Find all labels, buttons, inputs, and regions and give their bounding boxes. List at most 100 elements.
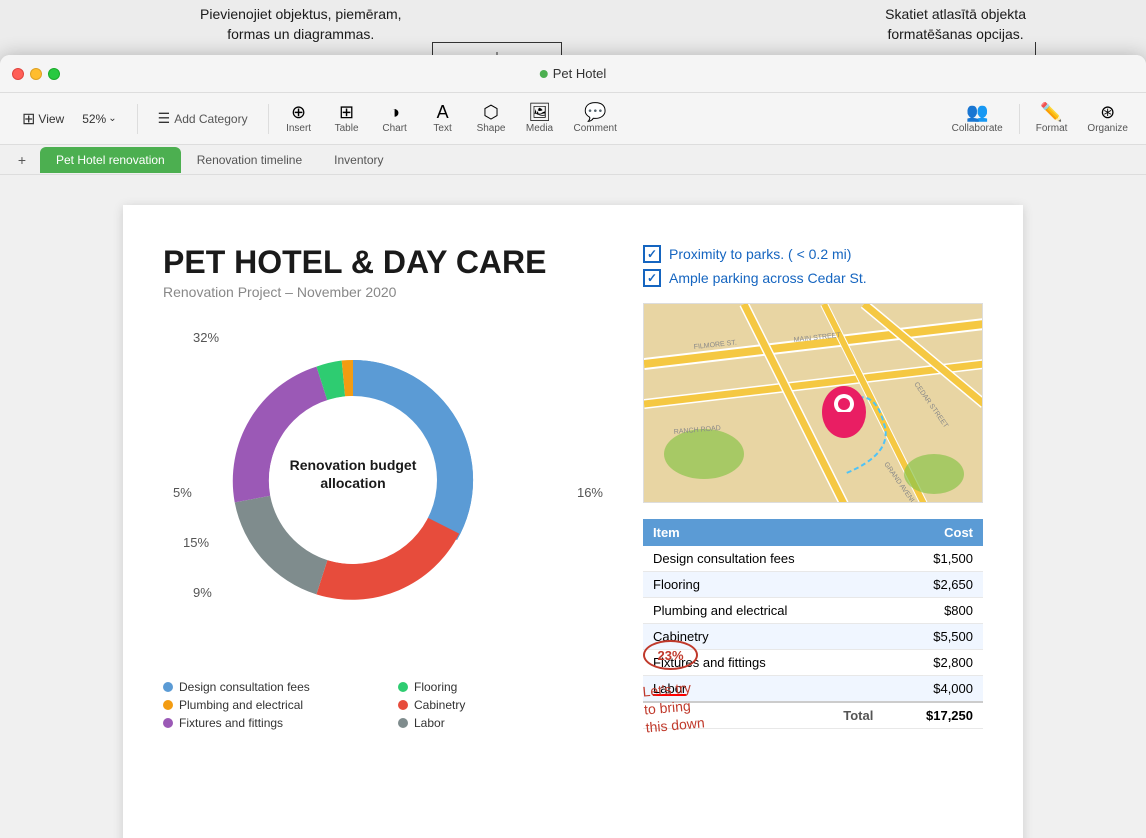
toolbar-category-group: ☰ Add Category xyxy=(146,106,260,131)
tab-renovation-timeline[interactable]: Renovation timeline xyxy=(181,147,318,173)
shape-button[interactable]: ⬡ Shape xyxy=(469,99,514,138)
document: PET HOTEL & DAY CARE Renovation Project … xyxy=(123,205,1023,838)
media-button[interactable]: 🖼 Media xyxy=(518,99,562,138)
map-container: FILMORE ST. MAIN STREET CEDAR STREET GRA… xyxy=(643,303,983,503)
main-content: PET HOTEL & DAY CARE Renovation Project … xyxy=(0,175,1146,838)
toolbar: ⊞ View 52% ⌄ ☰ Add Category ⊕ Insert ⊞ T… xyxy=(0,93,1146,145)
table-row: Cabinetry $5,500 xyxy=(643,624,983,650)
add-tab-button[interactable]: + xyxy=(12,150,32,170)
donut-chart-svg: Renovation budget allocation xyxy=(163,320,543,640)
left-callout: Pievienojiet objektus, piemēram,formas u… xyxy=(200,5,402,44)
chart-icon: ◑ xyxy=(389,103,400,121)
doc-subtitle: Renovation Project – November 2020 xyxy=(163,284,613,300)
table-row: Flooring $2,650 xyxy=(643,572,983,598)
legend-dot-labor xyxy=(398,718,408,728)
zoom-button[interactable]: 52% ⌄ xyxy=(74,108,124,130)
doc-title: PET HOTEL & DAY CARE xyxy=(163,245,613,280)
format-icon: ✏️ xyxy=(1040,103,1062,121)
legend-item-fixtures: Fixtures and fittings xyxy=(163,716,378,730)
legend-label-labor: Labor xyxy=(414,716,445,730)
legend-dot-cabinetry xyxy=(398,700,408,710)
checkbox-parking-box[interactable] xyxy=(643,269,661,287)
pct-label-32: 32% xyxy=(193,330,219,345)
pct-label-16: 16% xyxy=(577,485,603,500)
legend-item-design: Design consultation fees xyxy=(163,680,378,694)
item-design: Design consultation fees xyxy=(643,546,883,572)
organize-icon: ⊛ xyxy=(1100,103,1115,121)
doc-left: PET HOTEL & DAY CARE Renovation Project … xyxy=(163,245,613,730)
checkbox-proximity-label: Proximity to parks. ( < 0.2 mi) xyxy=(669,246,851,262)
text-icon: A xyxy=(437,103,449,121)
comment-button[interactable]: 💬 Comment xyxy=(566,99,625,138)
annotation-area: Pievienojiet objektus, piemēram,formas u… xyxy=(0,0,1146,55)
close-button[interactable] xyxy=(12,68,24,80)
doc-layout: PET HOTEL & DAY CARE Renovation Project … xyxy=(163,245,983,730)
right-callout: Skatiet atlasītā objektaformatēšanas opc… xyxy=(885,5,1026,44)
cost-labor: $4,000 xyxy=(883,676,983,703)
cost-design: $1,500 xyxy=(883,546,983,572)
cost-flooring: $2,650 xyxy=(883,572,983,598)
add-category-button[interactable]: ☰ Add Category xyxy=(150,106,256,131)
checkbox-section: Proximity to parks. ( < 0.2 mi) Ample pa… xyxy=(643,245,983,287)
checkbox-parking-label: Ample parking across Cedar St. xyxy=(669,270,867,286)
legend-item-plumbing: Plumbing and electrical xyxy=(163,698,378,712)
legend-dot-fixtures xyxy=(163,718,173,728)
legend-dot-design xyxy=(163,682,173,692)
callout-line-right xyxy=(1035,42,1036,56)
document-area[interactable]: PET HOTEL & DAY CARE Renovation Project … xyxy=(0,175,1146,838)
app-window: Pet Hotel ⊞ View 52% ⌄ ☰ Add Category ⊕ … xyxy=(0,55,1146,838)
checkbox-proximity: Proximity to parks. ( < 0.2 mi) xyxy=(643,245,983,263)
toolbar-separator-3 xyxy=(1019,104,1020,134)
col-cost-header: Cost xyxy=(883,519,983,546)
table-button[interactable]: ⊞ Table xyxy=(325,99,369,138)
legend-label-cabinetry: Cabinetry xyxy=(414,698,465,712)
text-button[interactable]: A Text xyxy=(421,99,465,138)
legend-label-flooring: Flooring xyxy=(414,680,457,694)
legend-dot-flooring xyxy=(398,682,408,692)
tab-inventory[interactable]: Inventory xyxy=(318,147,399,173)
collaborate-button[interactable]: 👥 Collaborate xyxy=(944,99,1011,138)
maximize-button[interactable] xyxy=(48,68,60,80)
toolbar-separator-2 xyxy=(268,104,269,134)
insert-icon: ⊕ xyxy=(291,103,306,121)
insert-button[interactable]: ⊕ Insert xyxy=(277,99,321,138)
window-title: Pet Hotel xyxy=(540,66,606,81)
legend-item-labor: Labor xyxy=(398,716,613,730)
tab-pet-hotel-renovation[interactable]: Pet Hotel renovation xyxy=(40,147,181,173)
item-plumbing: Plumbing and electrical xyxy=(643,598,883,624)
legend-dot-plumbing xyxy=(163,700,173,710)
checkbox-proximity-box[interactable] xyxy=(643,245,661,263)
table-icon: ⊞ xyxy=(339,103,354,121)
legend-label-design: Design consultation fees xyxy=(179,680,310,694)
format-button[interactable]: ✏️ Format xyxy=(1028,99,1076,138)
table-row: Plumbing and electrical $800 xyxy=(643,598,983,624)
cost-cabinetry: $5,500 xyxy=(883,624,983,650)
legend-item-cabinetry: Cabinetry xyxy=(398,698,613,712)
cost-fixtures: $2,800 xyxy=(883,650,983,676)
toolbar-view-group: ⊞ View 52% ⌄ xyxy=(10,105,129,133)
chart-center-line1: Renovation budget xyxy=(290,457,417,473)
chart-legend: Design consultation fees Flooring Plumbi… xyxy=(163,680,613,730)
legend-item-flooring: Flooring xyxy=(398,680,613,694)
legend-label-fixtures: Fixtures and fittings xyxy=(179,716,283,730)
minimize-button[interactable] xyxy=(30,68,42,80)
table-row: Design consultation fees $1,500 xyxy=(643,546,983,572)
collaborate-icon: 👥 xyxy=(966,103,988,121)
toolbar-separator-1 xyxy=(137,104,138,134)
cost-plumbing: $800 xyxy=(883,598,983,624)
callout-bracket-left xyxy=(432,42,562,56)
tabbar: + Pet Hotel renovation Renovation timeli… xyxy=(0,145,1146,175)
item-flooring: Flooring xyxy=(643,572,883,598)
chart-center-line2: allocation xyxy=(320,475,385,491)
pct-label-9: 9% xyxy=(193,585,212,600)
titlebar: Pet Hotel xyxy=(0,55,1146,93)
circle-annotation: 23% xyxy=(643,640,698,670)
chart-button[interactable]: ◑ Chart xyxy=(373,99,417,138)
map-svg: FILMORE ST. MAIN STREET CEDAR STREET GRA… xyxy=(644,304,983,503)
total-value: $17,250 xyxy=(883,702,983,729)
traffic-lights xyxy=(12,68,60,80)
organize-button[interactable]: ⊛ Organize xyxy=(1079,99,1136,138)
pct-label-15: 15% xyxy=(183,535,209,550)
view-button[interactable]: ⊞ View xyxy=(14,105,72,133)
col-item-header: Item xyxy=(643,519,883,546)
